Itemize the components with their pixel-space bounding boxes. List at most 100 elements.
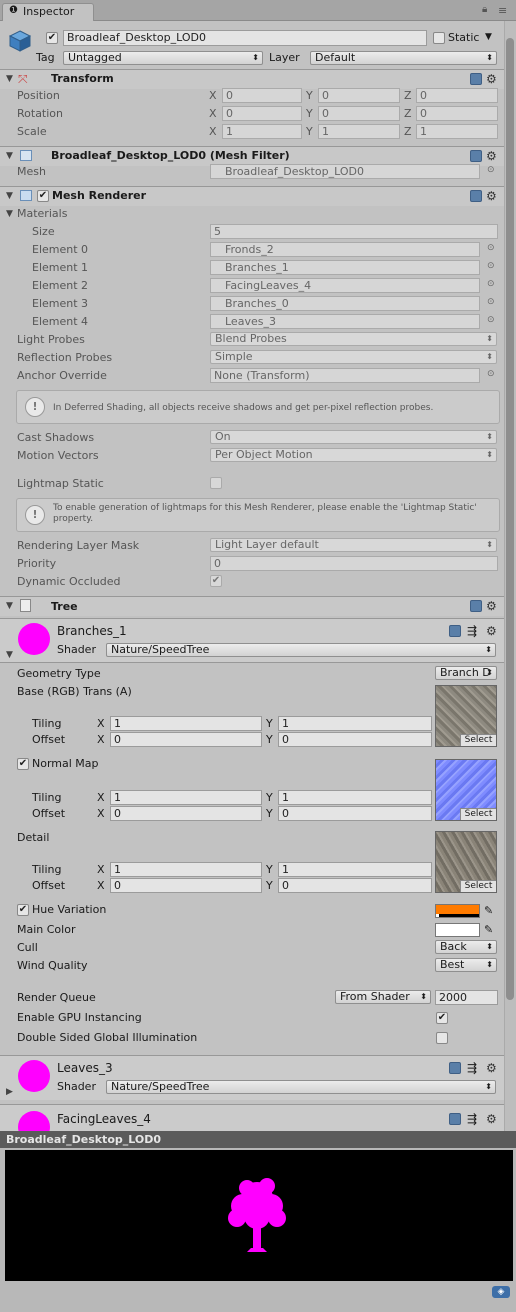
normal-offset-y-field[interactable]: 0 [278, 806, 432, 821]
cull-dropdown[interactable]: Back ⬍ [435, 940, 497, 954]
normal-tiling-y-field[interactable]: 1 [278, 790, 432, 805]
render-queue-mode-dropdown[interactable]: From Shader ⬍ [335, 990, 431, 1004]
tag-dropdown[interactable]: Untagged ⬍ [63, 51, 263, 65]
normal-offset-x-field[interactable]: 0 [110, 806, 262, 821]
gear-icon[interactable]: ⚙ [486, 600, 497, 612]
help-book-icon[interactable] [470, 190, 482, 202]
help-book-icon[interactable] [470, 150, 482, 162]
help-book-icon[interactable] [449, 625, 461, 637]
foldout-open-icon[interactable]: ▼ [6, 191, 13, 201]
object-active-checkbox[interactable]: ✔ [46, 32, 58, 44]
materials-foldout-icon[interactable]: ▼ [6, 209, 13, 219]
scale-y-field[interactable]: 1 [318, 124, 400, 139]
mesh-renderer-header[interactable]: ▼ ✔ Mesh Renderer ⚙ [0, 186, 504, 206]
transform-header[interactable]: ▼ ⤧ Transform ⚙ [0, 69, 504, 89]
materials-size-field[interactable]: 5 [210, 224, 498, 239]
material-element-field[interactable]: FacingLeaves_4 [210, 278, 480, 293]
position-z-field[interactable]: 0 [416, 88, 498, 103]
help-book-icon[interactable] [449, 1113, 461, 1125]
anchor-override-field[interactable]: None (Transform) [210, 368, 480, 383]
base-texture-slot[interactable]: Select [435, 685, 497, 747]
object-picker-icon[interactable]: ⊙ [487, 261, 495, 271]
object-picker-icon[interactable]: ⊙ [487, 279, 495, 289]
base-tiling-y-field[interactable]: 1 [278, 716, 432, 731]
eyedropper-icon[interactable]: ✎ [484, 904, 493, 917]
rendering-layer-dropdown[interactable]: Light Layer default ⬍ [210, 538, 497, 552]
static-checkbox[interactable] [433, 32, 445, 44]
position-x-field[interactable]: 0 [222, 88, 302, 103]
motion-vectors-dropdown[interactable]: Per Object Motion ⬍ [210, 448, 497, 462]
select-button[interactable]: Select [460, 734, 496, 746]
foldout-closed-icon[interactable]: ▶ [6, 1087, 13, 1097]
light-probes-dropdown[interactable]: Blend Probes ⬍ [210, 332, 497, 346]
detail-tiling-y-field[interactable]: 1 [278, 862, 432, 877]
detail-offset-y-field[interactable]: 0 [278, 878, 432, 893]
mesh-filter-header[interactable]: ▼ Broadleaf_Desktop_LOD0 (Mesh Filter) ⚙ [0, 146, 504, 166]
normal-map-checkbox[interactable]: ✔ [17, 758, 29, 770]
object-picker-icon[interactable]: ⊙ [487, 315, 495, 325]
rotation-x-field[interactable]: 0 [222, 106, 302, 121]
base-tiling-x-field[interactable]: 1 [110, 716, 262, 731]
static-dropdown-icon[interactable]: ▼ [485, 32, 492, 42]
reflection-probes-dropdown[interactable]: Simple ⬍ [210, 350, 497, 364]
asset-bundle-icon[interactable]: ◈ [492, 1286, 510, 1298]
gear-icon[interactable]: ⚙ [486, 150, 497, 162]
preset-icon[interactable]: ⇶ [467, 1061, 477, 1075]
lightmap-static-checkbox[interactable] [210, 477, 222, 489]
mesh-field[interactable]: Broadleaf_Desktop_LOD0 [210, 164, 480, 179]
detail-offset-x-field[interactable]: 0 [110, 878, 262, 893]
foldout-open-icon[interactable]: ▼ [6, 601, 13, 611]
double-sided-gi-checkbox[interactable] [436, 1032, 448, 1044]
foldout-open-icon[interactable]: ▼ [6, 650, 13, 660]
scale-x-field[interactable]: 1 [222, 124, 302, 139]
mesh-renderer-enabled-checkbox[interactable]: ✔ [37, 190, 49, 202]
material-element-field[interactable]: Branches_0 [210, 296, 480, 311]
menu-icon[interactable]: ≡ [498, 4, 507, 17]
help-book-icon[interactable] [470, 73, 482, 85]
object-name-field[interactable]: Broadleaf_Desktop_LOD0 [63, 30, 427, 46]
gear-icon[interactable]: ⚙ [486, 1062, 497, 1074]
preset-icon[interactable]: ⇶ [467, 624, 477, 638]
dynamic-occluded-checkbox[interactable]: ✔ [210, 575, 222, 587]
rotation-y-field[interactable]: 0 [318, 106, 400, 121]
cast-shadows-dropdown[interactable]: On ⬍ [210, 430, 497, 444]
foldout-open-icon[interactable]: ▼ [6, 151, 13, 161]
normal-map-slot[interactable]: Select [435, 759, 497, 821]
help-book-icon[interactable] [470, 600, 482, 612]
gear-icon[interactable]: ⚙ [486, 190, 497, 202]
preview-canvas[interactable] [5, 1150, 513, 1281]
help-book-icon[interactable] [449, 1062, 461, 1074]
select-button[interactable]: Select [460, 880, 496, 892]
shader-dropdown[interactable]: Nature/SpeedTree ⬍ [106, 1080, 496, 1094]
main-color-swatch[interactable] [435, 923, 480, 937]
rotation-z-field[interactable]: 0 [416, 106, 498, 121]
eyedropper-icon[interactable]: ✎ [484, 923, 493, 936]
layer-dropdown[interactable]: Default ⬍ [310, 51, 497, 65]
shader-dropdown[interactable]: Nature/SpeedTree ⬍ [106, 643, 496, 657]
gear-icon[interactable]: ⚙ [486, 73, 497, 85]
priority-field[interactable]: 0 [210, 556, 498, 571]
render-queue-field[interactable]: 2000 [435, 990, 498, 1005]
foldout-open-icon[interactable]: ▼ [6, 74, 13, 84]
scale-z-field[interactable]: 1 [416, 124, 498, 139]
material-element-field[interactable]: Fronds_2 [210, 242, 480, 257]
object-picker-icon[interactable]: ⊙ [487, 243, 495, 253]
geometry-type-dropdown[interactable]: Branch D ⬍ [435, 666, 497, 680]
material-element-field[interactable]: Leaves_3 [210, 314, 480, 329]
preset-icon[interactable]: ⇶ [467, 1112, 477, 1126]
scrollbar-thumb[interactable] [506, 38, 514, 1000]
base-offset-x-field[interactable]: 0 [110, 732, 262, 747]
detail-texture-slot[interactable]: Select [435, 831, 497, 893]
gear-icon[interactable]: ⚙ [486, 1113, 497, 1125]
preview-title[interactable]: Broadleaf_Desktop_LOD0 [0, 1131, 516, 1148]
gpu-instancing-checkbox[interactable]: ✔ [436, 1012, 448, 1024]
gear-icon[interactable]: ⚙ [486, 625, 497, 637]
object-picker-icon[interactable]: ⊙ [487, 369, 495, 379]
select-button[interactable]: Select [460, 808, 496, 820]
base-offset-y-field[interactable]: 0 [278, 732, 432, 747]
position-y-field[interactable]: 0 [318, 88, 400, 103]
hue-variation-checkbox[interactable]: ✔ [17, 904, 29, 916]
tree-header[interactable]: ▼ Tree ⚙ [0, 596, 504, 616]
hue-color-swatch[interactable] [435, 904, 480, 918]
material-element-field[interactable]: Branches_1 [210, 260, 480, 275]
